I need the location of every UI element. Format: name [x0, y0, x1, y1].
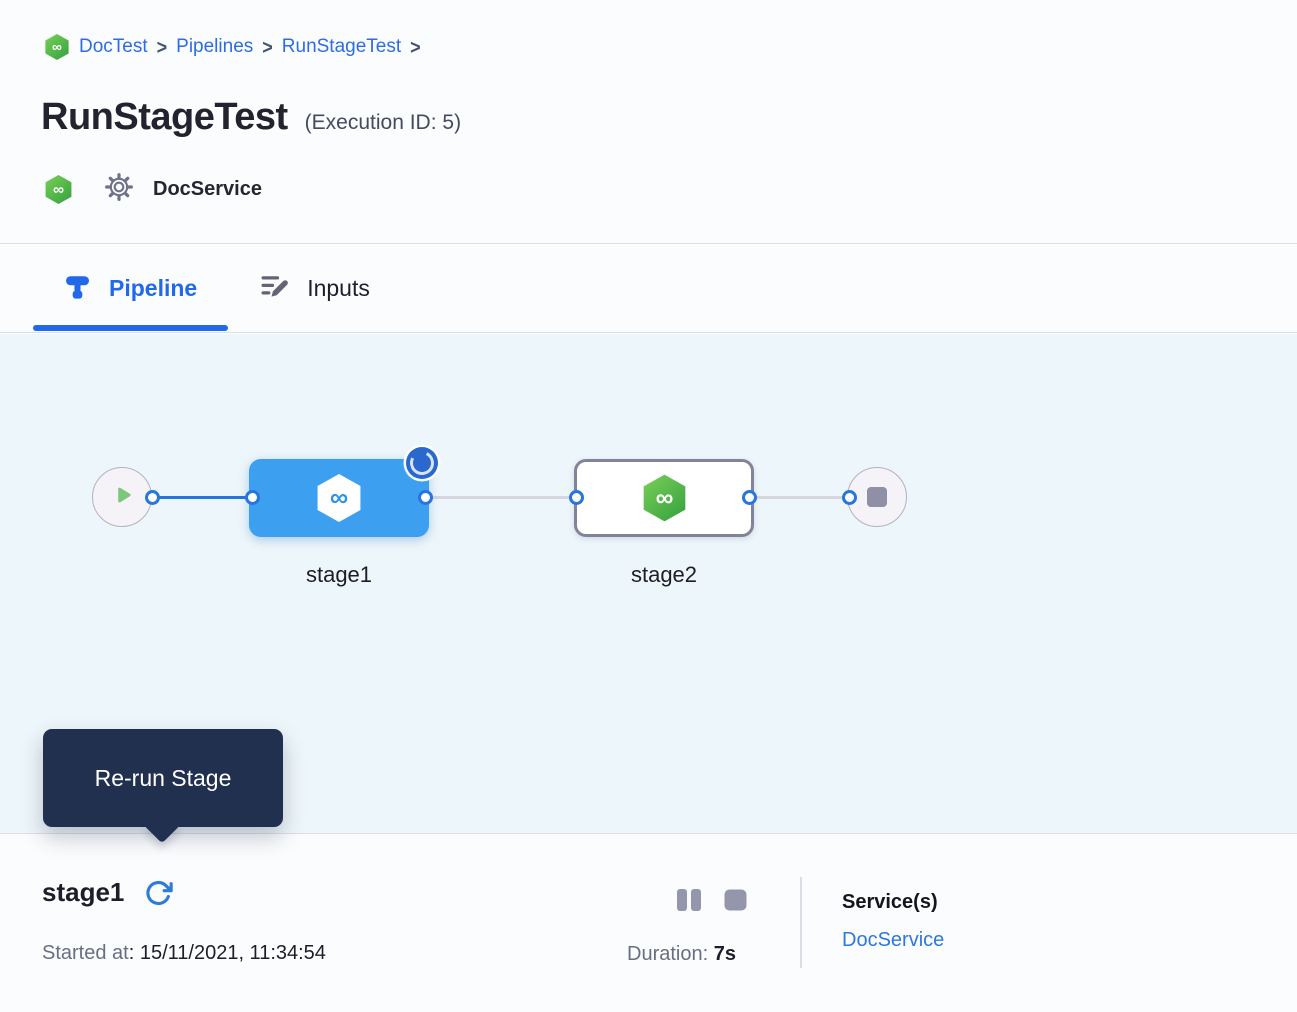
svg-text:∞: ∞ [52, 38, 62, 54]
tab-inputs-label: Inputs [307, 275, 370, 302]
connector-dot [245, 490, 260, 505]
title-row: RunStageTest (Execution ID: 5) [41, 96, 461, 139]
breadcrumb-link-pipelines[interactable]: Pipelines [176, 36, 253, 58]
duration-value: 7s [714, 943, 736, 965]
breadcrumb: ∞ DocTest > Pipelines > RunStageTest > [44, 33, 421, 61]
started-at-row: Started at: 15/11/2021, 11:34:54 [42, 942, 326, 965]
connector-dot [742, 490, 757, 505]
stop-button[interactable] [724, 889, 747, 911]
stage-title-row: stage1 [42, 877, 173, 908]
page-title: RunStageTest [41, 96, 288, 139]
connector-dot [569, 490, 584, 505]
pipeline-execution-page: ∞ DocTest > Pipelines > RunStageTest > R… [0, 0, 1297, 1012]
connector-dot [145, 490, 160, 505]
tab-pipeline[interactable]: Pipeline [63, 272, 197, 306]
harness-hexagon-icon: ∞ [641, 473, 688, 523]
svg-text:∞: ∞ [655, 484, 673, 512]
footer-divider-line [0, 833, 1297, 834]
breadcrumb-separator: > [157, 35, 168, 59]
stage1-label: stage1 [249, 562, 429, 588]
connector-line [150, 496, 253, 499]
duration-label: Duration: [627, 943, 714, 965]
connector-dot [418, 490, 433, 505]
stage-node-stage2[interactable]: ∞ [574, 459, 754, 537]
footer-vertical-divider [800, 877, 802, 968]
connector-line [748, 496, 850, 499]
rerun-stage-button[interactable] [144, 878, 173, 907]
stage-node-stage1[interactable]: ∞ [249, 459, 429, 537]
started-at-value: : 15/11/2021, 11:34:54 [129, 942, 326, 964]
svg-text:∞: ∞ [330, 484, 348, 512]
selected-stage-name: stage1 [42, 877, 124, 908]
pipeline-canvas: ∞ ∞ stage1 stage2 [0, 334, 1297, 833]
breadcrumb-separator: > [262, 35, 273, 59]
active-tab-underline [33, 325, 228, 331]
breadcrumb-separator: > [410, 35, 421, 59]
service-link[interactable]: DocService [842, 929, 944, 952]
pause-button[interactable] [676, 888, 702, 912]
started-at-label: Started at [42, 942, 129, 964]
settings-gear-icon [104, 172, 134, 207]
service-name: DocService [153, 178, 262, 201]
harness-hexagon-icon: ∞ [44, 174, 73, 205]
play-icon [109, 482, 135, 513]
connector-dot [842, 490, 857, 505]
execution-controls [676, 888, 747, 912]
inputs-tab-icon [260, 271, 290, 306]
tooltip-label: Re-run Stage [95, 765, 232, 792]
rerun-stage-tooltip: Re-run Stage [43, 729, 283, 827]
harness-hexagon-icon: ∞ [44, 33, 70, 61]
breadcrumb-link-pipeline-name[interactable]: RunStageTest [282, 36, 401, 58]
connector-line [424, 496, 577, 499]
pipeline-start-node [92, 467, 152, 527]
page-header: ∞ DocTest > Pipelines > RunStageTest > R… [0, 0, 1297, 244]
tab-inputs[interactable]: Inputs [260, 271, 370, 306]
stage-details-footer: stage1 Started at: 15/11/2021, 11:34:54 [0, 834, 1297, 1012]
duration-row: Duration: 7s [627, 943, 736, 966]
service-row: ∞ [44, 172, 262, 207]
tab-pipeline-label: Pipeline [109, 275, 197, 302]
breadcrumb-link-project[interactable]: DocTest [79, 36, 148, 58]
running-spinner-icon [406, 447, 438, 479]
execution-id: (Execution ID: 5) [305, 111, 461, 135]
stage2-label: stage2 [574, 562, 754, 588]
svg-text:∞: ∞ [53, 181, 64, 198]
tab-bar: Pipeline Inputs [0, 245, 1297, 333]
pipeline-tab-icon [63, 272, 92, 306]
harness-hexagon-icon: ∞ [315, 472, 363, 524]
services-label: Service(s) [842, 891, 938, 914]
stop-square-icon [867, 487, 887, 507]
